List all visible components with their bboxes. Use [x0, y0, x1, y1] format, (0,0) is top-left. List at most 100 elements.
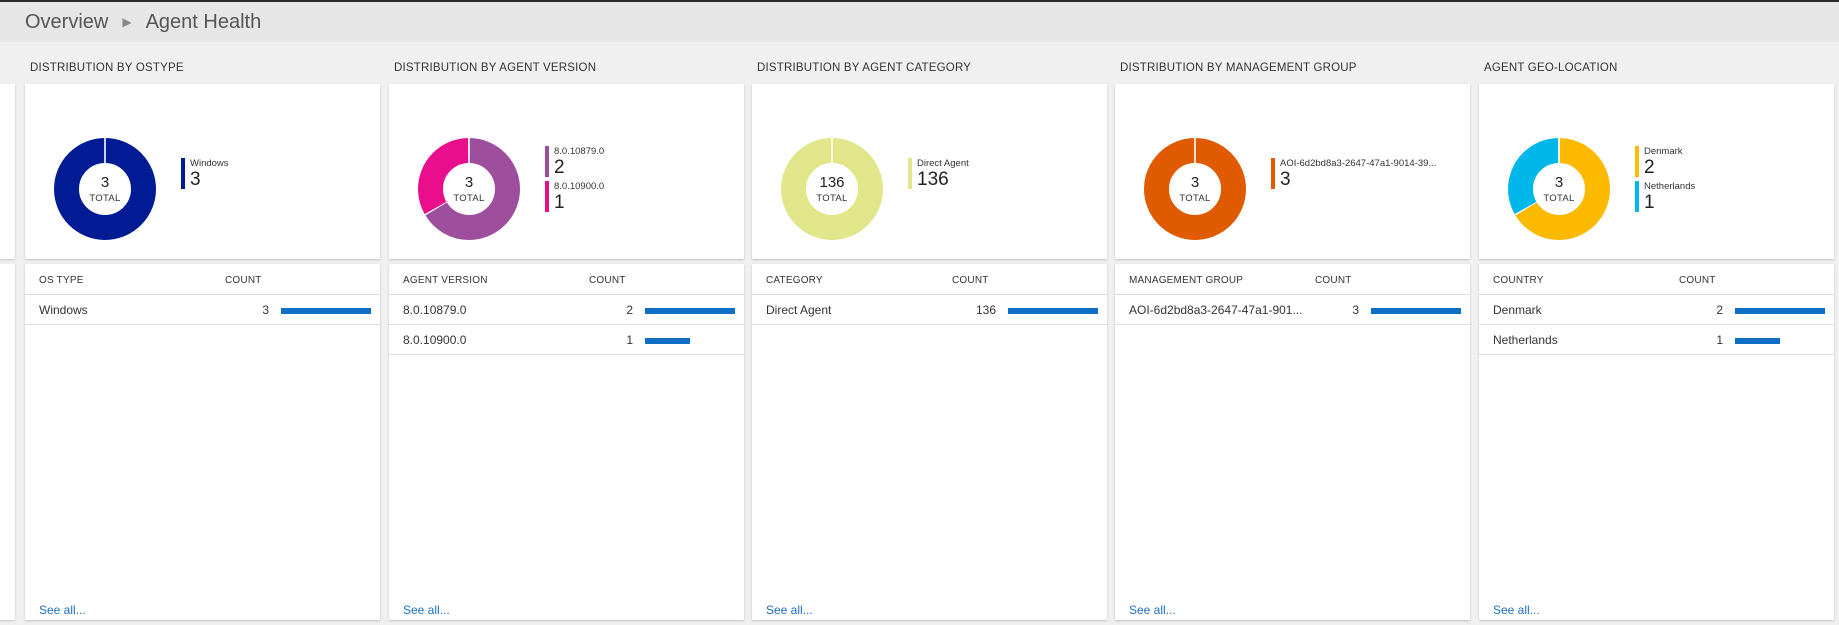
row-name: Netherlands	[1493, 333, 1558, 347]
chart-legend: Windows 3	[181, 158, 229, 193]
table-row[interactable]: 8.0.10900.0 1	[389, 325, 744, 355]
legend-color-swatch	[908, 158, 912, 189]
tile-column: DISTRIBUTION BY AGENT VERSION 3 TOTAL 8.0.1…	[389, 42, 744, 625]
list-tile: AGENT VERSION COUNT 8.0.10879.0 2 8.0.10900.…	[389, 264, 744, 620]
tile-column: DISTRIBUTION BY OSTYPE 3 TOTAL Windows 3 OS T…	[25, 42, 380, 625]
column-header-name: CATEGORY	[766, 275, 823, 286]
list-tile: OS TYPE COUNT Windows 3 See all...	[25, 264, 380, 620]
list-tile: CATEGORY COUNT Direct Agent 136 See all...	[752, 264, 1107, 620]
see-all-link[interactable]: See all...	[766, 603, 813, 617]
count-bar	[645, 338, 690, 344]
breadcrumb: Overview ▶ Agent Health	[0, 2, 1839, 42]
legend-count: 1	[554, 192, 565, 213]
summary-tile[interactable]: 3 TOTAL Denmark 2 Netherlands 1	[1479, 84, 1834, 259]
offscreen-list-tile	[0, 264, 15, 620]
legend-color-swatch	[1635, 146, 1639, 177]
table-row[interactable]: Direct Agent 136	[752, 295, 1107, 325]
legend-label: AOI-6d2bd8a3-2647-47a1-9014-39...	[1280, 158, 1437, 169]
list-header: OS TYPE COUNT	[25, 264, 380, 295]
chart-legend: Denmark 2 Netherlands 1	[1635, 146, 1695, 216]
donut-chart	[54, 138, 156, 240]
count-bar	[1371, 308, 1461, 314]
see-all-link[interactable]: See all...	[1493, 603, 1540, 617]
row-name: Windows	[39, 303, 88, 317]
count-bar	[1008, 308, 1098, 314]
column-header-count: COUNT	[952, 275, 989, 286]
table-row[interactable]: Windows 3	[25, 295, 380, 325]
legend-color-swatch	[181, 158, 185, 189]
list-header: MANAGEMENT GROUP COUNT	[1115, 264, 1470, 295]
offscreen-summary-tile	[0, 84, 15, 259]
count-bar	[1735, 308, 1825, 314]
list-tile: COUNTRY COUNT Denmark 2 Netherlands 1 See all.…	[1479, 264, 1834, 620]
list-header: AGENT VERSION COUNT	[389, 264, 744, 295]
donut-chart	[1508, 138, 1610, 240]
list-header: COUNTRY COUNT	[1479, 264, 1834, 295]
legend-item[interactable]: 8.0.10900.0 1	[545, 181, 604, 213]
legend-item[interactable]: 8.0.10879.0 2	[545, 146, 604, 178]
row-name: 8.0.10900.0	[403, 333, 467, 347]
tile-column: AGENT GEO-LOCATION 3 TOTAL Denmark 2 Netherla…	[1479, 42, 1834, 625]
column-header-count: COUNT	[1315, 275, 1352, 286]
chart-legend: 8.0.10879.0 2 8.0.10900.0 1	[545, 146, 604, 216]
legend-item[interactable]: Denmark 2	[1635, 146, 1695, 178]
legend-count: 3	[1280, 169, 1291, 190]
breadcrumb-agent-health[interactable]: Agent Health	[146, 11, 262, 34]
legend-count: 136	[917, 169, 949, 190]
column-header-count: COUNT	[1679, 275, 1716, 286]
count-bar	[645, 308, 735, 314]
count-bar	[1735, 338, 1780, 344]
column-header-name: AGENT VERSION	[403, 275, 488, 286]
summary-tile[interactable]: 3 TOTAL AOI-6d2bd8a3-2647-47a1-9014-39... 3	[1115, 84, 1470, 259]
table-row[interactable]: Netherlands 1	[1479, 325, 1834, 355]
donut-chart	[418, 138, 520, 240]
donut-chart	[781, 138, 883, 240]
table-row[interactable]: 8.0.10879.0 2	[389, 295, 744, 325]
legend-count: 1	[1644, 192, 1655, 213]
breadcrumb-overview[interactable]: Overview	[25, 11, 108, 34]
see-all-link[interactable]: See all...	[403, 603, 450, 617]
row-name: Denmark	[1493, 303, 1542, 317]
chevron-right-icon: ▶	[122, 15, 132, 29]
dashboard-content: DISTRIBUTION BY OSTYPE 3 TOTAL Windows 3 OS T…	[0, 42, 1839, 625]
legend-item[interactable]: AOI-6d2bd8a3-2647-47a1-9014-39... 3	[1271, 158, 1436, 190]
legend-color-swatch	[1635, 181, 1639, 212]
row-count: 2	[1716, 303, 1723, 317]
legend-color-swatch	[545, 146, 549, 177]
donut-chart	[1144, 138, 1246, 240]
tile-title: DISTRIBUTION BY AGENT CATEGORY	[757, 62, 972, 74]
row-count: 1	[1716, 333, 1723, 347]
table-row[interactable]: AOI-6d2bd8a3-2647-47a1-901... 3	[1115, 295, 1470, 325]
chart-legend: Direct Agent 136	[908, 158, 969, 193]
column-header-name: OS TYPE	[39, 275, 84, 286]
legend-color-swatch	[545, 181, 549, 212]
summary-tile[interactable]: 3 TOTAL 8.0.10879.0 2 8.0.10900.0 1	[389, 84, 744, 259]
summary-tile[interactable]: 136 TOTAL Direct Agent 136	[752, 84, 1107, 259]
see-all-link[interactable]: See all...	[1129, 603, 1176, 617]
tile-column: DISTRIBUTION BY AGENT CATEGORY 136 TOTAL Di…	[752, 42, 1107, 625]
legend-count: 2	[554, 157, 565, 178]
row-name: 8.0.10879.0	[403, 303, 467, 317]
chart-legend: AOI-6d2bd8a3-2647-47a1-9014-39... 3	[1271, 158, 1436, 193]
legend-item[interactable]: Netherlands 1	[1635, 181, 1695, 213]
count-bar	[281, 308, 371, 314]
column-header-count: COUNT	[225, 275, 262, 286]
legend-item[interactable]: Direct Agent 136	[908, 158, 969, 190]
legend-count: 3	[190, 169, 201, 190]
column-header-name: MANAGEMENT GROUP	[1129, 275, 1244, 286]
legend-item[interactable]: Windows 3	[181, 158, 229, 190]
row-count: 1	[626, 333, 633, 347]
list-tile: MANAGEMENT GROUP COUNT AOI-6d2bd8a3-2647-4…	[1115, 264, 1470, 620]
row-count: 3	[1352, 303, 1359, 317]
tile-title: AGENT GEO-LOCATION	[1484, 62, 1618, 74]
row-count: 3	[262, 303, 269, 317]
row-count: 2	[626, 303, 633, 317]
table-row[interactable]: Denmark 2	[1479, 295, 1834, 325]
see-all-link[interactable]: See all...	[39, 603, 86, 617]
row-name: Direct Agent	[766, 303, 832, 317]
summary-tile[interactable]: 3 TOTAL Windows 3	[25, 84, 380, 259]
column-header-count: COUNT	[589, 275, 626, 286]
tile-title: DISTRIBUTION BY OSTYPE	[30, 62, 184, 74]
legend-color-swatch	[1271, 158, 1275, 189]
list-header: CATEGORY COUNT	[752, 264, 1107, 295]
